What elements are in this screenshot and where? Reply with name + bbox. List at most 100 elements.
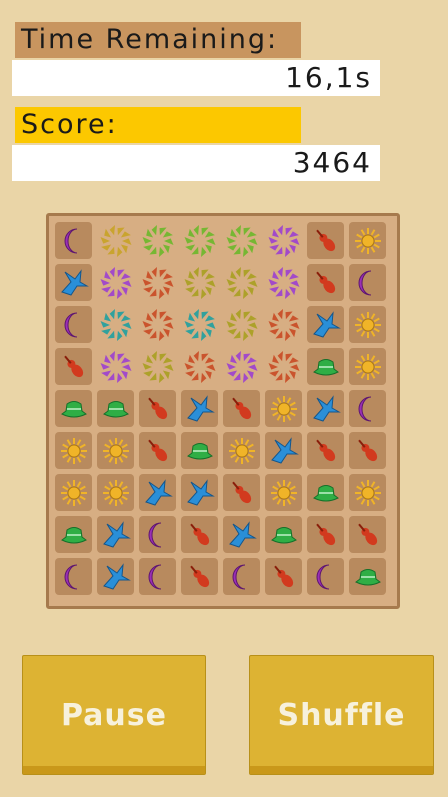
sun-icon xyxy=(101,478,131,508)
board-cell[interactable] xyxy=(181,264,218,301)
board-cell[interactable] xyxy=(181,390,218,427)
board-cell[interactable] xyxy=(307,558,344,595)
board-cell[interactable] xyxy=(349,222,386,259)
board-cell[interactable] xyxy=(265,474,302,511)
shuffle-button[interactable]: Shuffle xyxy=(249,655,434,775)
board-cell[interactable] xyxy=(223,558,260,595)
board-cell[interactable] xyxy=(97,222,134,259)
moon-icon xyxy=(59,310,89,340)
moon-icon xyxy=(143,520,173,550)
board-cell[interactable] xyxy=(265,306,302,343)
moon-icon xyxy=(353,394,383,424)
board-cell[interactable] xyxy=(139,516,176,553)
match-burst-icon xyxy=(268,308,299,341)
board-cell[interactable] xyxy=(55,474,92,511)
match-burst-icon xyxy=(268,266,299,299)
board-cell[interactable] xyxy=(55,432,92,469)
bird-icon xyxy=(185,394,215,424)
board-cell[interactable] xyxy=(349,306,386,343)
violin-icon xyxy=(353,436,383,466)
moon-icon xyxy=(353,268,383,298)
board-cell[interactable] xyxy=(97,264,134,301)
board-cell[interactable] xyxy=(349,474,386,511)
match-burst-icon xyxy=(184,266,215,299)
board-cell[interactable] xyxy=(181,348,218,385)
board-cell[interactable] xyxy=(97,348,134,385)
board-cell[interactable] xyxy=(307,264,344,301)
match-burst-icon xyxy=(184,308,215,341)
match-burst-icon xyxy=(184,350,215,383)
board-cell[interactable] xyxy=(139,264,176,301)
board-cell[interactable] xyxy=(349,432,386,469)
violin-icon xyxy=(143,394,173,424)
board-cell[interactable] xyxy=(265,516,302,553)
board-cell[interactable] xyxy=(97,558,134,595)
board-cell[interactable] xyxy=(55,558,92,595)
board-cell[interactable] xyxy=(223,432,260,469)
board-cell[interactable] xyxy=(139,222,176,259)
board-cell[interactable] xyxy=(55,516,92,553)
board-cell[interactable] xyxy=(265,264,302,301)
sun-icon xyxy=(353,352,383,382)
board-cell[interactable] xyxy=(307,222,344,259)
violin-icon xyxy=(185,562,215,592)
board-cell[interactable] xyxy=(307,516,344,553)
board-cell[interactable] xyxy=(265,348,302,385)
time-remaining-value: 16,1s xyxy=(12,60,380,96)
board-cell[interactable] xyxy=(223,222,260,259)
board-cell[interactable] xyxy=(97,432,134,469)
board-cell[interactable] xyxy=(139,306,176,343)
board-cell[interactable] xyxy=(55,222,92,259)
board-cell[interactable] xyxy=(307,390,344,427)
match-burst-icon xyxy=(184,224,215,257)
board-cell[interactable] xyxy=(265,558,302,595)
board-cell[interactable] xyxy=(223,390,260,427)
board-cell[interactable] xyxy=(55,306,92,343)
board-cell[interactable] xyxy=(349,348,386,385)
board-cell[interactable] xyxy=(181,516,218,553)
board-cell[interactable] xyxy=(307,306,344,343)
board-cell[interactable] xyxy=(223,474,260,511)
board-cell[interactable] xyxy=(55,264,92,301)
hat-icon xyxy=(101,394,131,424)
board-cell[interactable] xyxy=(265,222,302,259)
board-cell[interactable] xyxy=(181,432,218,469)
bird-icon xyxy=(311,394,341,424)
board-cell[interactable] xyxy=(181,474,218,511)
hat-icon xyxy=(59,394,89,424)
board-cell[interactable] xyxy=(97,306,134,343)
board-cell[interactable] xyxy=(265,432,302,469)
board-cell[interactable] xyxy=(181,558,218,595)
board-cell[interactable] xyxy=(97,516,134,553)
board-cell[interactable] xyxy=(55,390,92,427)
board-cell[interactable] xyxy=(307,474,344,511)
match-burst-icon xyxy=(100,308,131,341)
hat-icon xyxy=(59,520,89,550)
board-cell[interactable] xyxy=(223,516,260,553)
board-cell[interactable] xyxy=(139,348,176,385)
board-cell[interactable] xyxy=(97,474,134,511)
board-cell[interactable] xyxy=(223,264,260,301)
board-cell[interactable] xyxy=(349,558,386,595)
hat-icon xyxy=(311,478,341,508)
board-cell[interactable] xyxy=(307,432,344,469)
board-cell[interactable] xyxy=(139,558,176,595)
violin-icon xyxy=(311,520,341,550)
pause-button[interactable]: Pause xyxy=(22,655,206,775)
board-cell[interactable] xyxy=(223,306,260,343)
board-cell[interactable] xyxy=(97,390,134,427)
board-cell[interactable] xyxy=(349,516,386,553)
board-cell[interactable] xyxy=(349,390,386,427)
board-cell[interactable] xyxy=(223,348,260,385)
board-cell[interactable] xyxy=(181,222,218,259)
board-cell[interactable] xyxy=(139,432,176,469)
sun-icon xyxy=(269,394,299,424)
board-cell[interactable] xyxy=(139,474,176,511)
bird-icon xyxy=(59,268,89,298)
board-cell[interactable] xyxy=(265,390,302,427)
board-cell[interactable] xyxy=(139,390,176,427)
board-cell[interactable] xyxy=(181,306,218,343)
board-cell[interactable] xyxy=(55,348,92,385)
board-cell[interactable] xyxy=(307,348,344,385)
board-cell[interactable] xyxy=(349,264,386,301)
